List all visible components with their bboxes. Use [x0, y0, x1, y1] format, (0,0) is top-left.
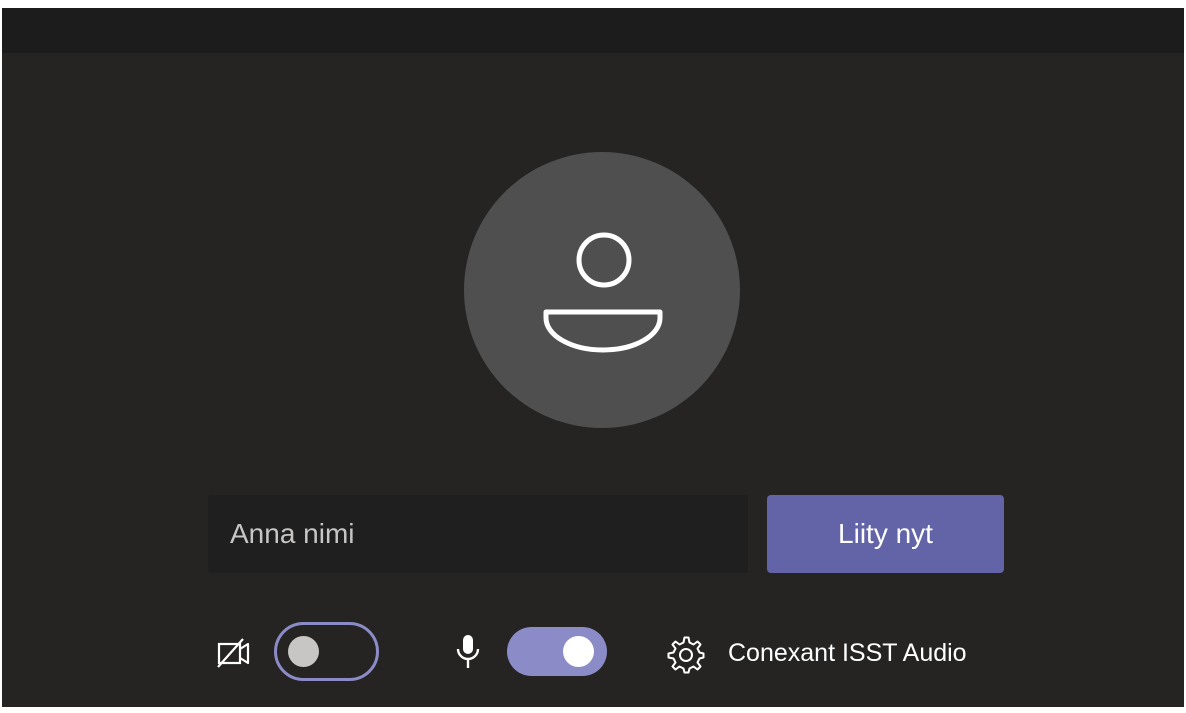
gear-icon[interactable]	[666, 635, 706, 675]
microphone-toggle[interactable]	[507, 627, 607, 676]
audio-device-label[interactable]: Conexant ISST Audio	[728, 638, 967, 668]
microphone-toggle-knob	[563, 636, 594, 667]
camera-toggle[interactable]	[274, 622, 379, 681]
camera-off-icon[interactable]	[216, 636, 252, 670]
join-now-button[interactable]: Liity nyt	[767, 495, 1004, 573]
prejoin-screen: Liity nyt Conexant ISST Audio	[2, 8, 1184, 707]
person-icon	[543, 232, 663, 353]
top-bar	[2, 8, 1184, 53]
name-input[interactable]	[208, 495, 748, 573]
camera-toggle-knob	[288, 636, 319, 667]
microphone-icon[interactable]	[453, 632, 483, 672]
avatar	[464, 152, 740, 428]
